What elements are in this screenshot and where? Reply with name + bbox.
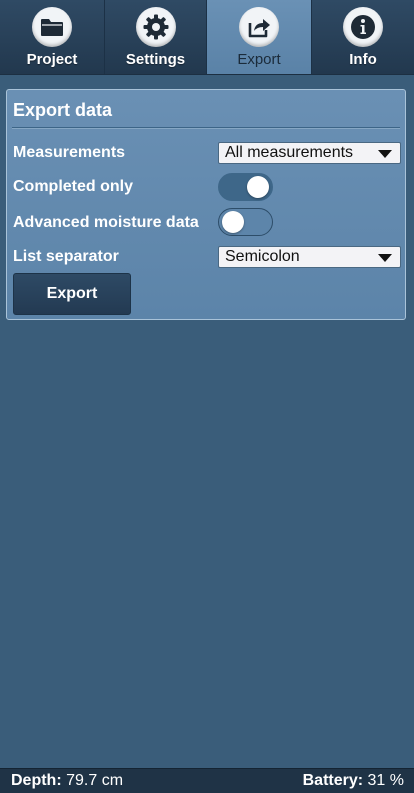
advanced-moisture-label: Advanced moisture data [13,214,199,231]
tab-project-label: Project [26,51,78,68]
gear-icon [135,7,176,47]
chevron-down-icon [378,150,392,158]
measurements-label: Measurements [13,144,126,161]
battery-label: Battery: [302,772,364,789]
list-separator-select[interactable]: Semicolon [218,246,401,268]
panel-divider [12,127,400,129]
list-separator-label: List separator [13,248,119,265]
completed-only-label: Completed only [13,178,134,195]
panel-title: Export data [13,100,113,120]
tab-project[interactable]: Project [0,0,105,74]
folder-icon [32,7,72,47]
share-export-icon [239,7,279,47]
toggle-knob [247,176,269,198]
depth-value: 79.7 cm [66,772,124,789]
depth-label: Depth: [11,772,62,789]
tab-info-label: Info [349,51,377,68]
tab-settings-label: Settings [125,51,186,68]
measurements-select[interactable]: All measurements [218,142,401,164]
tab-export[interactable]: Export [207,0,312,74]
tab-bar: Project Settings Export Info [0,0,414,75]
tab-export-label: Export [237,51,281,68]
status-bar: Depth: 79.7 cm Battery: 31 % [0,768,414,793]
battery-value: 31 % [367,772,404,789]
list-separator-select-value: Semicolon [225,248,300,265]
completed-only-toggle[interactable] [218,173,273,201]
advanced-moisture-toggle[interactable] [218,208,273,236]
export-button[interactable]: Export [13,273,131,315]
toggle-knob [222,211,244,233]
tab-settings[interactable]: Settings [105,0,207,74]
info-icon [343,7,383,47]
chevron-down-icon [378,254,392,262]
export-panel: Export data Measurements All measurement… [6,89,406,320]
tab-info[interactable]: Info [312,0,414,74]
measurements-select-value: All measurements [225,144,354,161]
battery-status: Battery: 31 % [303,772,404,790]
depth-status: Depth: 79.7 cm [11,772,123,790]
